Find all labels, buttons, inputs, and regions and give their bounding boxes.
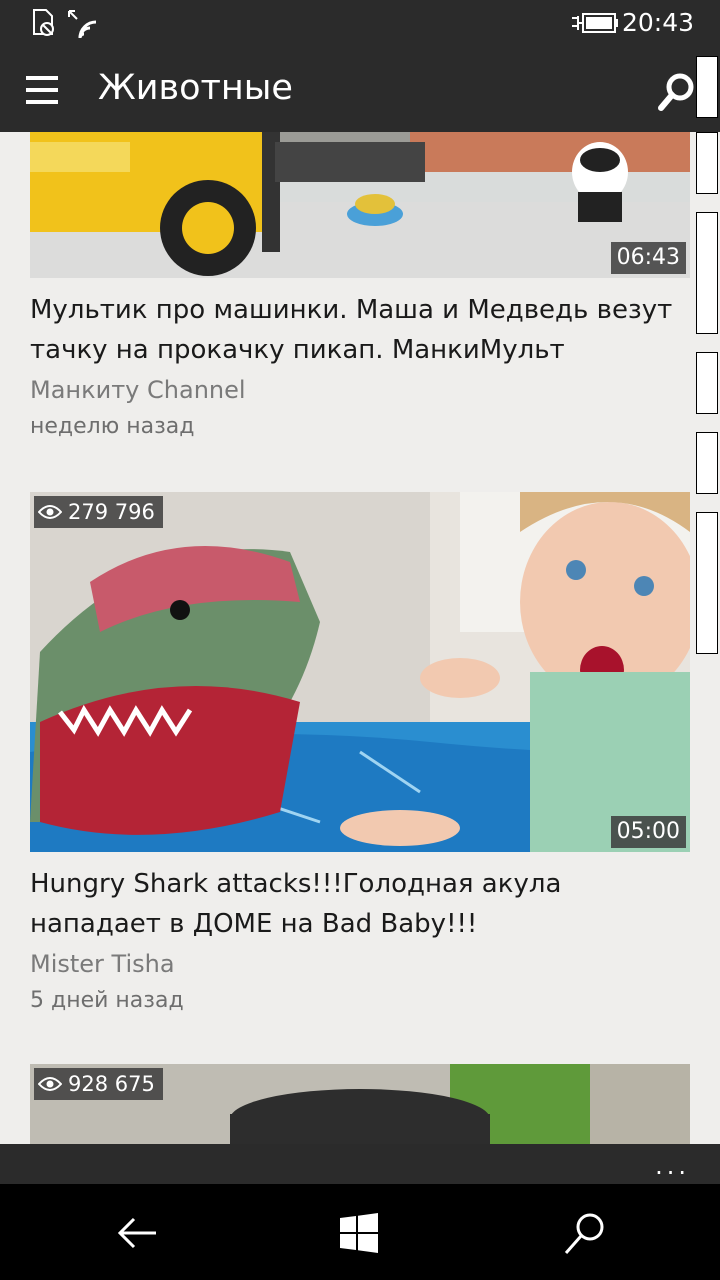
page-title: Животные — [98, 68, 293, 108]
video-thumbnail[interactable]: 06:43 — [30, 132, 690, 278]
app-header: Животные — [0, 48, 720, 132]
wifi-icon — [68, 10, 97, 39]
windows-icon[interactable] — [334, 1208, 384, 1258]
app-bar: ... — [0, 1144, 720, 1184]
hamburger-icon[interactable] — [26, 76, 58, 104]
thumbnail-image — [30, 132, 690, 278]
view-count-text: 928 675 — [68, 1072, 155, 1096]
notification-icon — [33, 9, 54, 36]
channel-name[interactable]: Манкиту Channel — [30, 376, 246, 404]
duration-badge: 05:00 — [610, 816, 686, 848]
video-title[interactable]: Hungry Shark attacks!!!Голодная акула на… — [30, 864, 690, 944]
video-list[interactable]: 06:43 Мультик про машинки. Маша и Медвед… — [0, 132, 700, 1144]
view-count: 928 675 — [34, 1068, 163, 1100]
eye-icon — [38, 1077, 62, 1091]
view-count: 279 796 — [34, 496, 163, 528]
view-count-text: 279 796 — [68, 500, 155, 524]
more-button[interactable]: ... — [655, 1152, 690, 1180]
search-icon[interactable] — [654, 70, 698, 114]
navigation-bar — [0, 1184, 720, 1280]
clock: 20:43 — [621, 8, 694, 37]
video-thumbnail[interactable]: 279 796 05:00 — [30, 492, 690, 852]
thumbnail-image — [30, 492, 690, 852]
back-icon[interactable] — [112, 1208, 162, 1258]
battery-icon — [572, 13, 618, 33]
upload-time: неделю назад — [30, 414, 195, 439]
status-bar: 20:43 — [0, 0, 720, 48]
channel-name[interactable]: Mister Tisha — [30, 950, 175, 978]
video-thumbnail[interactable]: 928 675 — [30, 1064, 690, 1144]
upload-time: 5 дней назад — [30, 988, 184, 1013]
search-icon[interactable] — [560, 1208, 610, 1258]
duration-badge: 06:43 — [610, 242, 686, 274]
eye-icon — [38, 505, 62, 519]
video-title[interactable]: Мультик про машинки. Маша и Медведь везу… — [30, 290, 690, 370]
